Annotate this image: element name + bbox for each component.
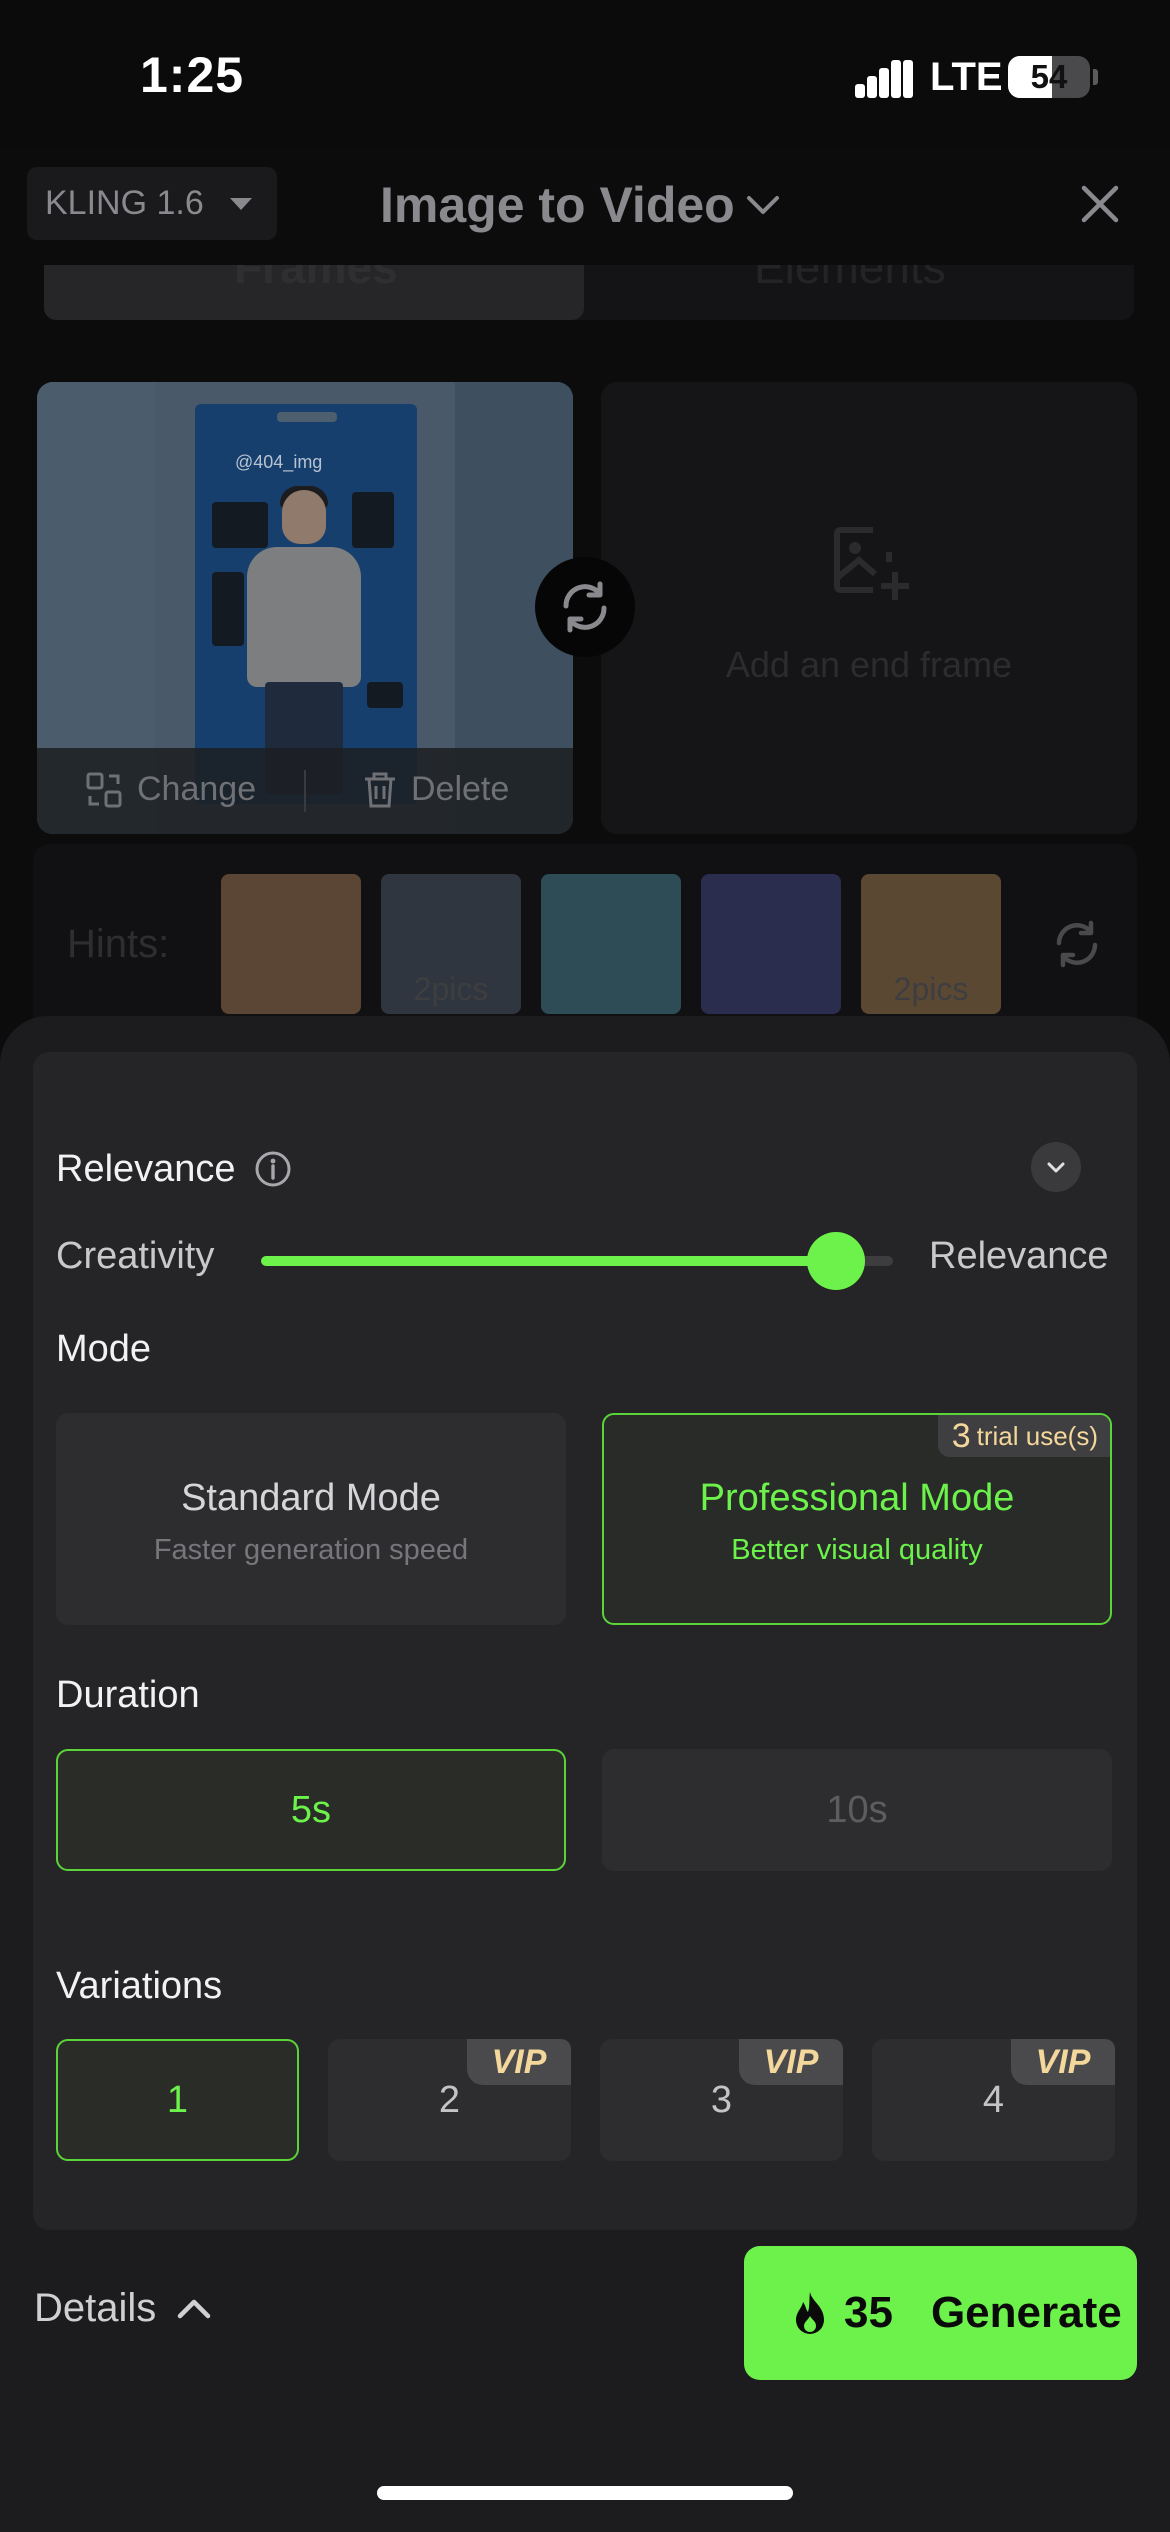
add-image-icon	[834, 527, 909, 600]
chevron-down-icon	[1047, 1162, 1065, 1173]
close-icon[interactable]	[1076, 180, 1124, 228]
duration-10s-button[interactable]: 10s	[602, 1749, 1112, 1871]
mode-subtitle: Faster generation speed	[153, 1534, 469, 1566]
gadget-image	[212, 572, 244, 646]
trial-badge: 3 trial use(s)	[937, 1415, 1110, 1457]
info-icon[interactable]	[254, 1150, 292, 1188]
end-frame-placeholder: Add an end frame	[725, 644, 1013, 685]
slider-max-label: Relevance	[929, 1235, 1109, 1277]
professional-mode-option[interactable]: 3 trial use(s) Professional Mode Better …	[602, 1413, 1112, 1625]
hints-label: Hints:	[67, 922, 170, 966]
variation-4-button[interactable]: 4 VIP	[872, 2039, 1115, 2161]
frame-actions: Change Delete	[37, 748, 573, 834]
battery-icon: 54	[1008, 56, 1090, 98]
credit-cost: 35	[844, 2288, 893, 2337]
generate-button[interactable]: 35 Generate	[744, 2246, 1137, 2380]
model-select-label: KLING 1.6	[45, 184, 204, 222]
mode-title: Professional Mode	[699, 1477, 1015, 1519]
change-label: Change	[137, 770, 257, 808]
mode-title: Standard Mode	[181, 1477, 441, 1519]
slider-thumb[interactable]	[807, 1232, 866, 1290]
trial-count: 3	[951, 1416, 971, 1455]
page-title[interactable]: Image to Video	[380, 176, 735, 234]
chevron-up-icon	[178, 2299, 211, 2318]
person-head	[282, 490, 326, 544]
settings-sheet: Relevance Creativity Relevance Mode Stan…	[0, 1016, 1170, 2532]
box-hang-tab	[277, 412, 337, 422]
tab-frames-label: Frames	[234, 265, 398, 293]
vip-badge: VIP	[739, 2039, 843, 2085]
hint-caption: 2pics	[413, 971, 489, 1007]
collapse-button[interactable]	[1031, 1142, 1081, 1192]
battery-percent: 54	[1030, 58, 1068, 95]
variation-label: 4	[982, 2079, 1005, 2121]
header-bar: KLING 1.6 Image to Video	[0, 150, 1170, 265]
gadget-image	[367, 682, 403, 708]
network-label: LTE	[930, 55, 1003, 99]
trash-icon	[365, 772, 395, 807]
background-screen: KLING 1.6 Image to Video Frames Elements…	[0, 150, 1170, 1150]
details-label: Details	[34, 2286, 157, 2330]
start-frame[interactable]: @404_img Change Delete	[37, 382, 573, 834]
duration-5s-button[interactable]: 5s	[56, 1749, 566, 1871]
hint-thumbnail[interactable]	[221, 874, 361, 1014]
refresh-icon	[563, 581, 607, 633]
refresh-hints-icon[interactable]	[1049, 916, 1105, 972]
mode-label: Mode	[56, 1328, 152, 1370]
delete-button[interactable]: Delete	[363, 770, 509, 809]
flame-icon	[796, 2292, 824, 2334]
variation-label: 2	[438, 2079, 461, 2121]
vip-badge: VIP	[1011, 2039, 1115, 2085]
gadget-image	[212, 502, 268, 548]
slider-fill	[261, 1256, 837, 1266]
swap-frames-button[interactable]	[535, 557, 635, 657]
variation-label: 1	[166, 2079, 189, 2121]
mode-subtitle: Better visual quality	[731, 1534, 983, 1566]
slider-min-label: Creativity	[56, 1235, 215, 1277]
duration-label: Duration	[56, 1674, 200, 1716]
relevance-slider[interactable]	[261, 1232, 893, 1290]
caret-down-icon	[229, 197, 252, 210]
hint-caption: 2pics	[893, 971, 969, 1007]
delete-label: Delete	[411, 770, 510, 808]
variation-3-button[interactable]: 3 VIP	[600, 2039, 843, 2161]
vip-badge: VIP	[467, 2039, 571, 2085]
chevron-down-icon[interactable]	[745, 188, 781, 224]
hint-thumbnail[interactable]: 2pics	[381, 874, 521, 1014]
hint-thumbnail[interactable]	[541, 874, 681, 1014]
variation-label: 3	[710, 2079, 733, 2121]
divider	[304, 770, 306, 812]
model-select[interactable]: KLING 1.6	[27, 167, 277, 240]
relevance-label: Relevance	[56, 1148, 236, 1190]
person-body	[247, 547, 361, 687]
generate-label: Generate	[930, 2288, 1122, 2337]
tab-elements[interactable]: Elements	[584, 265, 1134, 320]
tab-elements-label: Elements	[754, 265, 946, 293]
tab-bar: Frames Elements	[44, 265, 1134, 320]
status-bar: 1:25 LTE 54	[0, 0, 1170, 150]
variation-1-button[interactable]: 1	[56, 2039, 299, 2161]
settings-card: Relevance Creativity Relevance Mode Stan…	[33, 1052, 1137, 2230]
status-time: 1:25	[140, 47, 245, 103]
home-indicator	[377, 2486, 793, 2500]
variation-2-button[interactable]: 2 VIP	[328, 2039, 571, 2161]
variations-label: Variations	[56, 1965, 223, 2007]
details-toggle[interactable]: Details	[34, 2286, 214, 2331]
change-button[interactable]: Change	[85, 770, 256, 809]
image-watermark: @404_img	[235, 452, 323, 472]
tab-frames[interactable]: Frames	[44, 265, 584, 320]
end-frame-upload[interactable]: Add an end frame	[601, 382, 1137, 834]
swap-image-icon	[86, 772, 122, 807]
signal-icon	[855, 60, 915, 98]
gadget-image	[352, 492, 394, 548]
hint-thumbnail[interactable]: 2pics	[861, 874, 1001, 1014]
battery-cap	[1093, 69, 1098, 85]
trial-text: trial use(s)	[976, 1420, 1098, 1451]
standard-mode-option[interactable]: Standard Mode Faster generation speed	[56, 1413, 566, 1625]
hint-thumbnail[interactable]	[701, 874, 841, 1014]
